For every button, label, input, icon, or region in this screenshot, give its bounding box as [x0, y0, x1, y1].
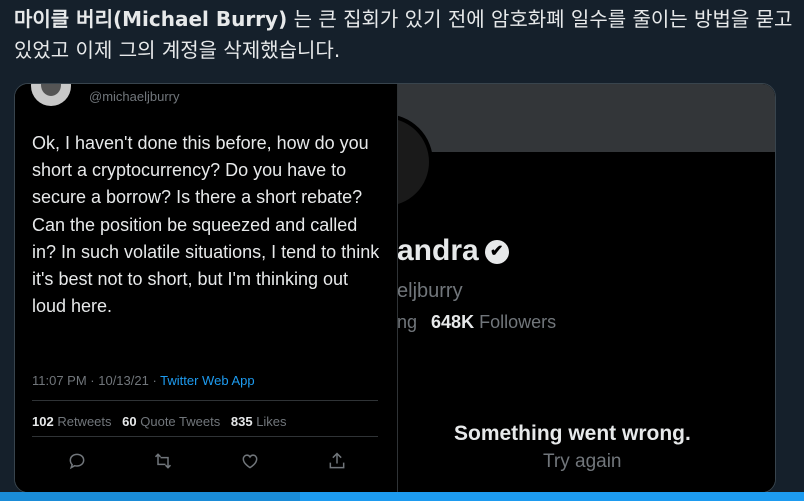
- quotes-label: Quote Tweets: [140, 414, 221, 429]
- tweet-timestamp[interactable]: 11:07 PM · 10/13/21 ·: [32, 373, 160, 388]
- likes-count: 835: [230, 414, 253, 429]
- tweet-handle[interactable]: @michaeljburry: [89, 89, 180, 104]
- likes-stat[interactable]: 835 Likes: [231, 414, 287, 429]
- divider: [32, 400, 378, 401]
- headline-name: 마이클 버리(Michael Burry): [14, 7, 288, 31]
- tweet-source-app[interactable]: Twitter Web App: [160, 373, 254, 388]
- try-again-button[interactable]: Try again: [543, 451, 622, 473]
- tweet-text: Ok, I haven't done this before, how do y…: [32, 133, 380, 317]
- retweets-count: 102: [32, 414, 54, 429]
- quotes-count: 60: [122, 414, 137, 429]
- tweet-card: @michaeljburry Ok, I haven't done this b…: [15, 84, 398, 492]
- quotes-stat[interactable]: 60 Quote Tweets: [122, 414, 220, 429]
- tweet-stats: 102 Retweets 60 Quote Tweets 835 Likes: [32, 414, 294, 429]
- reply-icon[interactable]: [64, 448, 90, 474]
- error-message: Something went wrong.: [454, 422, 691, 445]
- tweet-meta: 11:07 PM · 10/13/21 · Twitter Web App: [32, 373, 255, 388]
- followers-count[interactable]: 648K: [431, 312, 474, 332]
- bottom-bar: [0, 492, 804, 501]
- profile-name: andra ✔: [397, 234, 509, 268]
- headline: 마이클 버리(Michael Burry) 는 큰 집회가 있기 전에 암호화폐…: [14, 4, 794, 66]
- followers-label[interactable]: Followers: [479, 312, 556, 332]
- embedded-screenshot: andra ✔ eljburry ng 648K Followers Somethi…: [14, 83, 776, 493]
- tweet-actions: [32, 448, 378, 474]
- profile-banner: [397, 84, 775, 152]
- retweets-stat[interactable]: 102 Retweets: [32, 414, 112, 429]
- profile-handle: eljburry: [397, 280, 463, 302]
- profile-name-text: andra: [397, 234, 479, 267]
- like-icon[interactable]: [237, 448, 263, 474]
- divider: [32, 436, 378, 437]
- share-icon[interactable]: [324, 448, 350, 474]
- likes-label: Likes: [256, 414, 287, 429]
- retweets-label: Retweets: [57, 414, 112, 429]
- retweet-icon[interactable]: [150, 448, 176, 474]
- verified-badge-icon: ✔: [484, 240, 509, 265]
- following-label: ng: [397, 312, 418, 332]
- tweet-avatar[interactable]: [31, 84, 71, 106]
- profile-panel: andra ✔ eljburry ng 648K Followers Somethi…: [337, 84, 775, 492]
- profile-stats: ng 648K Followers: [397, 312, 556, 333]
